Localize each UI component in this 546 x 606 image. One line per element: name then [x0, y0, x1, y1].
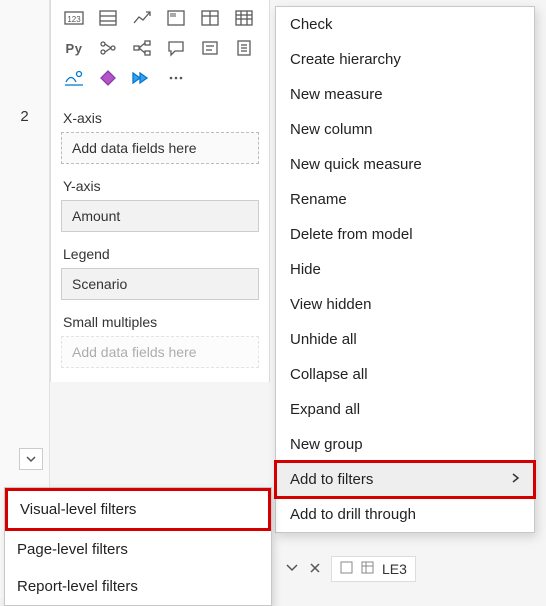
- menu-label: Delete from model: [290, 226, 413, 243]
- narrative-icon[interactable]: [197, 36, 223, 60]
- page-number: 2: [0, 108, 49, 125]
- more-visuals-icon[interactable]: [163, 66, 189, 90]
- field-chip[interactable]: LE3: [331, 556, 416, 582]
- menu-expand-all[interactable]: Expand all: [276, 392, 534, 427]
- menu-hide[interactable]: Hide: [276, 252, 534, 287]
- menu-label: New group: [290, 436, 363, 453]
- menu-label: Add to drill through: [290, 506, 416, 523]
- menu-label: Expand all: [290, 401, 360, 418]
- menu-new-group[interactable]: New group: [276, 427, 534, 462]
- menu-new-quick-measure[interactable]: New quick measure: [276, 147, 534, 182]
- paginated-icon[interactable]: [231, 36, 257, 60]
- chevron-right-icon: [510, 471, 520, 488]
- svg-text:123: 123: [67, 15, 81, 24]
- qa-visual-icon[interactable]: [163, 36, 189, 60]
- python-visual-icon[interactable]: Py: [61, 36, 87, 60]
- menu-new-column[interactable]: New column: [276, 112, 534, 147]
- field-chip-label: LE3: [382, 561, 407, 577]
- table-icon: [361, 561, 374, 577]
- menu-label: Rename: [290, 191, 347, 208]
- xaxis-section: X-axis Add data fields here: [61, 102, 259, 164]
- legend-well[interactable]: Scenario: [61, 268, 259, 300]
- chevron-down-icon[interactable]: [285, 561, 299, 577]
- menu-label: Unhide all: [290, 331, 357, 348]
- arcgis-map-icon[interactable]: [61, 66, 87, 90]
- menu-label: Create hierarchy: [290, 51, 401, 68]
- menu-label: New column: [290, 121, 373, 138]
- menu-label: New measure: [290, 86, 383, 103]
- menu-add-to-drill-through[interactable]: Add to drill through: [276, 497, 534, 532]
- xaxis-well[interactable]: Add data fields here: [61, 132, 259, 164]
- bottom-field-row: LE3: [275, 550, 535, 588]
- table-icon[interactable]: [197, 6, 223, 30]
- submenu-visual-level-filters[interactable]: Visual-level filters: [5, 488, 271, 531]
- yaxis-well[interactable]: Amount: [61, 200, 259, 232]
- powerapps-icon[interactable]: [95, 66, 121, 90]
- small-multiples-section: Small multiples Add data fields here: [61, 306, 259, 368]
- field-context-menu: Check Create hierarchy New measure New c…: [275, 6, 535, 533]
- submenu-page-level-filters[interactable]: Page-level filters: [5, 531, 271, 568]
- menu-label: Collapse all: [290, 366, 368, 383]
- menu-label: View hidden: [290, 296, 371, 313]
- submenu-report-level-filters[interactable]: Report-level filters: [5, 568, 271, 605]
- visual-type-grid: 123 Py: [51, 4, 269, 96]
- close-icon[interactable]: [309, 561, 321, 577]
- small-multiples-well[interactable]: Add data fields here: [61, 336, 259, 368]
- kpi-icon[interactable]: [129, 6, 155, 30]
- visualizations-panel: 123 Py X-axis Add data fields here Y-axi…: [50, 0, 270, 382]
- menu-delete-from-model[interactable]: Delete from model: [276, 217, 534, 252]
- powerautomate-icon[interactable]: [129, 66, 155, 90]
- xaxis-label: X-axis: [61, 102, 259, 132]
- checkbox-icon[interactable]: [340, 561, 353, 577]
- legend-label: Legend: [61, 238, 259, 268]
- menu-view-hidden[interactable]: View hidden: [276, 287, 534, 322]
- menu-label: New quick measure: [290, 156, 422, 173]
- menu-new-measure[interactable]: New measure: [276, 77, 534, 112]
- legend-section: Legend Scenario: [61, 238, 259, 300]
- menu-collapse-all[interactable]: Collapse all: [276, 357, 534, 392]
- yaxis-label: Y-axis: [61, 170, 259, 200]
- matrix-icon[interactable]: [231, 6, 257, 30]
- expand-chevron[interactable]: [19, 448, 43, 470]
- menu-unhide-all[interactable]: Unhide all: [276, 322, 534, 357]
- decomposition-tree-icon[interactable]: [129, 36, 155, 60]
- menu-create-hierarchy[interactable]: Create hierarchy: [276, 42, 534, 77]
- multi-row-card-icon[interactable]: [95, 6, 121, 30]
- menu-add-to-filters[interactable]: Add to filters: [276, 462, 534, 497]
- menu-label: Hide: [290, 261, 321, 278]
- menu-rename[interactable]: Rename: [276, 182, 534, 217]
- menu-label: Add to filters: [290, 471, 373, 488]
- menu-label: Check: [290, 16, 333, 33]
- slicer-icon[interactable]: [163, 6, 189, 30]
- yaxis-section: Y-axis Amount: [61, 170, 259, 232]
- menu-check[interactable]: Check: [276, 7, 534, 42]
- small-multiples-label: Small multiples: [61, 306, 259, 336]
- card-icon[interactable]: 123: [61, 6, 87, 30]
- key-influencers-icon[interactable]: [95, 36, 121, 60]
- add-to-filters-submenu: Visual-level filters Page-level filters …: [4, 487, 272, 606]
